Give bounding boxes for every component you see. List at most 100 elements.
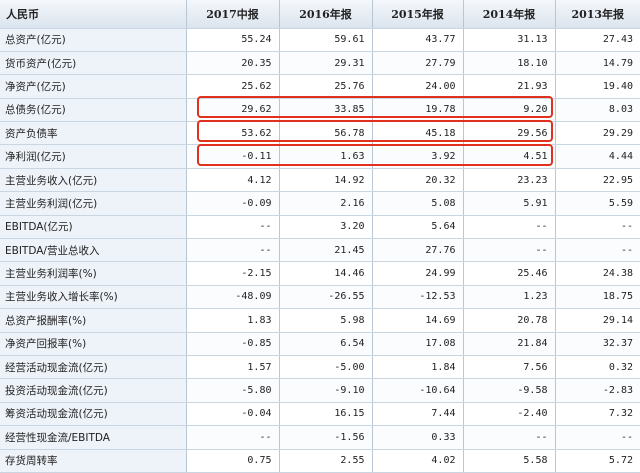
table-cell: -9.10 [279, 378, 373, 403]
row-label: 主营业务利润(亿元) [0, 191, 187, 216]
table-cell: 6.54 [279, 332, 373, 356]
table-cell: 7.44 [372, 402, 464, 427]
table-cell: -9.58 [463, 378, 556, 403]
row-label: 净利润(亿元) [0, 144, 187, 169]
table-cell: 33.85 [279, 98, 373, 123]
table-cell: 56.78 [279, 121, 373, 146]
table-cell: -2.15 [186, 261, 280, 286]
row-label: 投资活动现金流(亿元) [0, 378, 187, 403]
table-cell: -- [186, 425, 280, 450]
table-cell: -2.40 [463, 402, 556, 427]
table-cell: -0.09 [186, 191, 280, 216]
table-row: 净利润(亿元) -0.11 1.63 3.92 4.51 4.44 [0, 144, 640, 169]
header-currency: 人民币 [0, 0, 187, 29]
table-cell: 18.10 [463, 51, 556, 76]
table-row: 总资产报酬率(%) 1.83 5.98 14.69 20.78 29.14 [0, 308, 640, 333]
table-cell: -- [463, 215, 556, 240]
table-cell: 27.79 [372, 51, 464, 76]
table-row: 总资产(亿元) 55.24 59.61 43.77 31.13 27.43 [0, 28, 640, 52]
table-row: 主营业务收入增长率(%) -48.09 -26.55 -12.53 1.23 18.75 [0, 285, 640, 310]
table-cell: 5.91 [463, 191, 556, 216]
table-cell: -0.85 [186, 332, 280, 356]
table-cell: 4.12 [186, 168, 280, 193]
row-label: 净资产(亿元) [0, 74, 187, 99]
table-cell: 21.45 [279, 238, 373, 263]
financial-table: 人民币 2017中报 2016年报 2015年报 2014年报 2013年报 总… [0, 0, 640, 473]
table-row: 投资活动现金流(亿元) -5.80 -9.10 -10.64 -9.58 -2.83 [0, 378, 640, 403]
table-cell: 3.92 [372, 144, 464, 169]
table-cell: 29.29 [555, 121, 640, 146]
table-cell: -5.00 [279, 355, 373, 380]
table-cell: 25.46 [463, 261, 556, 286]
table-cell: 23.23 [463, 168, 556, 193]
table-cell: -12.53 [372, 285, 464, 310]
table-cell: 24.38 [555, 261, 640, 286]
table-cell: 4.44 [555, 144, 640, 169]
row-label: 主营业务收入(亿元) [0, 168, 187, 193]
table-cell: 9.20 [463, 98, 556, 123]
table-row: 货币资产(亿元) 20.35 29.31 27.79 18.10 14.79 [0, 51, 640, 76]
table-cell: -0.11 [186, 144, 280, 169]
header-2017h1[interactable]: 2017中报 [186, 0, 280, 29]
table-cell: -10.64 [372, 378, 464, 403]
table-cell: 32.37 [555, 332, 640, 356]
header-2014[interactable]: 2014年报 [463, 0, 556, 29]
table-row: EBITDA(亿元) -- 3.20 5.64 -- -- [0, 215, 640, 240]
table-cell: 0.75 [186, 449, 280, 473]
table-row: 经营性现金流/EBITDA -- -1.56 0.33 -- -- [0, 425, 640, 450]
table-row: 经营活动现金流(亿元) 1.57 -5.00 1.84 7.56 0.32 [0, 355, 640, 380]
table-row: 主营业务收入(亿元) 4.12 14.92 20.32 23.23 22.95 [0, 168, 640, 193]
table-cell: 7.56 [463, 355, 556, 380]
table-cell: 5.59 [555, 191, 640, 216]
table-row: EBITDA/营业总收入 -- 21.45 27.76 -- -- [0, 238, 640, 263]
header-2015[interactable]: 2015年报 [372, 0, 464, 29]
table-cell: 0.33 [372, 425, 464, 450]
table-cell: 5.72 [555, 449, 640, 473]
table-cell: 1.84 [372, 355, 464, 380]
row-label: 主营业务收入增长率(%) [0, 285, 187, 310]
row-label: 总资产(亿元) [0, 28, 187, 52]
table-row: 主营业务利润率(%) -2.15 14.46 24.99 25.46 24.38 [0, 261, 640, 286]
table-cell: 2.55 [279, 449, 373, 473]
table-cell: 20.78 [463, 308, 556, 333]
table-cell: 25.76 [279, 74, 373, 99]
row-label: 净资产回报率(%) [0, 332, 187, 356]
table-cell: 14.69 [372, 308, 464, 333]
table-cell: 29.14 [555, 308, 640, 333]
table-cell: 21.93 [463, 74, 556, 99]
table-header-row: 人民币 2017中报 2016年报 2015年报 2014年报 2013年报 [0, 0, 640, 29]
header-2016[interactable]: 2016年报 [279, 0, 373, 29]
table-row: 资产负债率 53.62 56.78 45.18 29.56 29.29 [0, 121, 640, 146]
table-cell: -- [186, 215, 280, 240]
table-cell: -1.56 [279, 425, 373, 450]
table-cell: 45.18 [372, 121, 464, 146]
table-cell: 31.13 [463, 28, 556, 52]
financial-table-screenshot: 人民币 2017中报 2016年报 2015年报 2014年报 2013年报 总… [0, 0, 640, 473]
table-cell: 8.03 [555, 98, 640, 123]
table-cell: 25.62 [186, 74, 280, 99]
table-cell: 20.32 [372, 168, 464, 193]
table-cell: -- [463, 425, 556, 450]
table-cell: 29.31 [279, 51, 373, 76]
table-row: 存货周转率 0.75 2.55 4.02 5.58 5.72 [0, 449, 640, 473]
table-cell: 4.02 [372, 449, 464, 473]
table-cell: 53.62 [186, 121, 280, 146]
table-cell: 14.92 [279, 168, 373, 193]
table-cell: 21.84 [463, 332, 556, 356]
table-cell: 3.20 [279, 215, 373, 240]
table-cell: 43.77 [372, 28, 464, 52]
table-cell: -- [186, 238, 280, 263]
table-cell: -- [463, 238, 556, 263]
table-cell: 1.23 [463, 285, 556, 310]
row-label: 主营业务利润率(%) [0, 261, 187, 286]
header-2013[interactable]: 2013年报 [555, 0, 640, 29]
table-row: 总债务(亿元) 29.62 33.85 19.78 9.20 8.03 [0, 98, 640, 123]
row-label: EBITDA/营业总收入 [0, 238, 187, 263]
table-cell: -2.83 [555, 378, 640, 403]
table-cell: 20.35 [186, 51, 280, 76]
table-cell: 4.51 [463, 144, 556, 169]
table-cell: 29.62 [186, 98, 280, 123]
table-cell: 5.58 [463, 449, 556, 473]
table-cell: -0.04 [186, 402, 280, 427]
table-cell: 27.76 [372, 238, 464, 263]
